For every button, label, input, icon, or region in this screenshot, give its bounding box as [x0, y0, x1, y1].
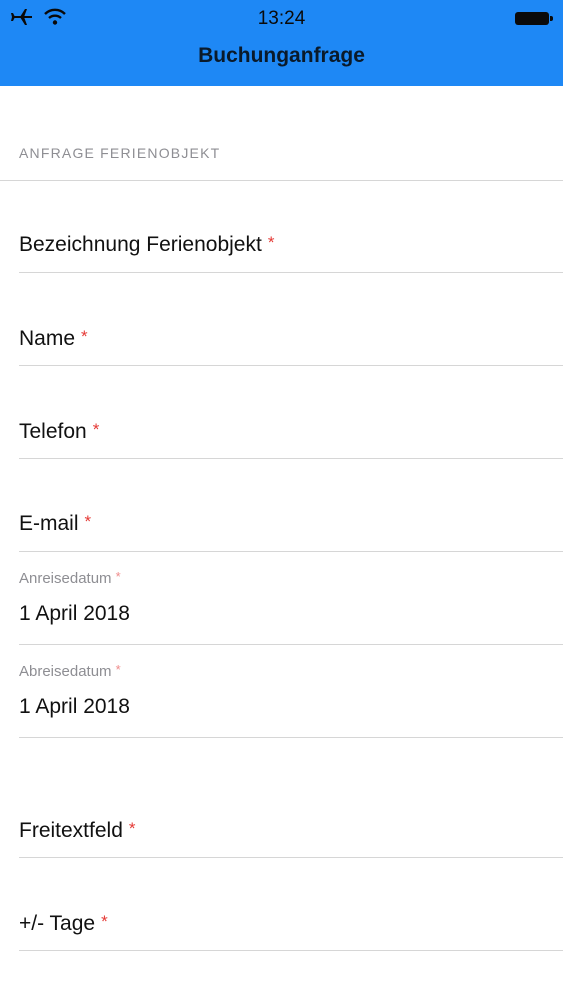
- telefon-field[interactable]: Telefon *: [19, 420, 563, 459]
- field-underline: [19, 458, 563, 459]
- name-field[interactable]: Name *: [19, 327, 563, 366]
- abreisedatum-value: 1 April 2018: [19, 695, 130, 718]
- top-bar: 13:24 Buchunganfrage: [0, 0, 563, 86]
- email-field[interactable]: E-mail *: [19, 512, 563, 552]
- required-marker: *: [81, 327, 88, 346]
- field-underline: [19, 857, 563, 858]
- field-label: +/- Tage: [19, 912, 96, 935]
- required-marker: *: [92, 420, 100, 439]
- required-marker: *: [101, 912, 108, 931]
- bezeichnung-field[interactable]: Bezeichnung Ferienobjekt *: [19, 233, 563, 273]
- required-marker: *: [84, 512, 92, 531]
- field-label: Bezeichnung Ferienobjekt: [19, 233, 262, 256]
- anreisedatum-field[interactable]: Anreisedatum * 1 April 2018: [19, 569, 563, 645]
- anreisedatum-value: 1 April 2018: [19, 602, 130, 625]
- divider: [0, 180, 563, 181]
- freitextfeld-field[interactable]: Freitextfeld *: [19, 819, 563, 858]
- field-label: Freitextfeld: [19, 819, 123, 842]
- status-time: 13:24: [257, 8, 306, 29]
- tage-field[interactable]: +/- Tage *: [19, 912, 563, 951]
- section-header: ANFRAGE FERIENOBJEKT: [19, 145, 221, 161]
- required-marker: *: [267, 233, 275, 252]
- field-underline: [19, 551, 563, 552]
- field-underline: [19, 950, 563, 951]
- field-label: Name: [19, 327, 76, 350]
- field-underline: [19, 737, 563, 738]
- abreisedatum-field[interactable]: Abreisedatum * 1 April 2018: [19, 662, 563, 738]
- field-label: Abreisedatum: [19, 663, 112, 680]
- battery-icon: [515, 12, 553, 25]
- required-marker: *: [128, 819, 136, 838]
- field-label: Anreisedatum: [19, 570, 112, 587]
- field-label: Telefon: [19, 420, 87, 443]
- required-marker: *: [115, 662, 121, 677]
- status-bar: 13:24: [0, 0, 563, 36]
- field-underline: [19, 644, 563, 645]
- field-underline: [19, 365, 563, 366]
- field-label: E-mail: [19, 512, 79, 535]
- page-title: Buchunganfrage: [198, 44, 365, 67]
- field-underline: [19, 272, 563, 273]
- required-marker: *: [115, 569, 121, 584]
